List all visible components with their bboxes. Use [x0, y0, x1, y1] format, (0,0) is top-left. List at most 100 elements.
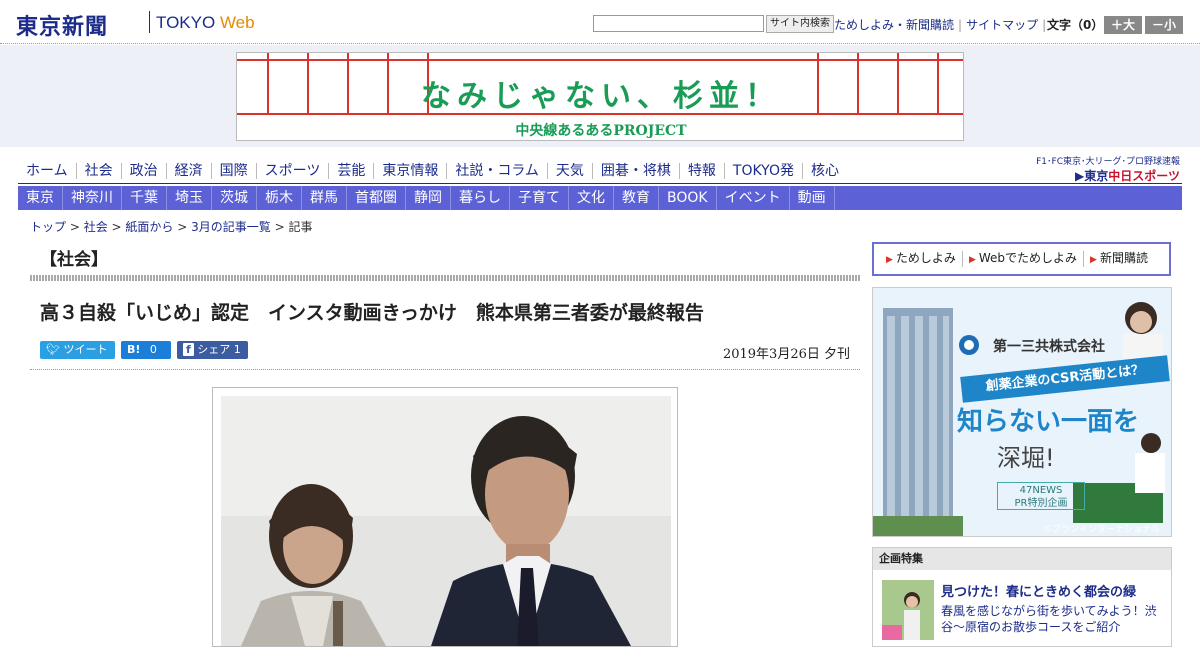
- region-item-culture[interactable]: 文化: [569, 186, 614, 210]
- feature-thumbnail-image: [882, 580, 934, 640]
- breadcrumb-top[interactable]: トップ: [30, 220, 66, 234]
- feature-description: 春風を感じながら街を歩いてみよう！渋谷～原宿のお散歩コースをご紹介: [941, 604, 1157, 634]
- link-separator: |: [958, 18, 963, 32]
- hatena-icon: B!: [127, 343, 141, 356]
- logo-divider: [149, 11, 150, 33]
- feature-thumbnail[interactable]: [882, 580, 934, 640]
- trial-subscribe-link[interactable]: ためしよみ・新聞購読: [834, 18, 954, 32]
- trial-read-button[interactable]: ▶ ためしよみ: [880, 251, 963, 267]
- facebook-share-button[interactable]: f シェア 1: [177, 341, 248, 359]
- nav-item-entertainment[interactable]: 芸能: [329, 163, 375, 179]
- nav-item-kakushin[interactable]: 核心: [803, 163, 847, 179]
- ad-banner[interactable]: なみじゃない、杉並！ 中央線あるあるPROJECT: [236, 52, 964, 141]
- nav-item-go-shogi[interactable]: 囲碁・将棋: [593, 163, 680, 179]
- hatena-bookmark-button[interactable]: B! 0: [121, 341, 171, 359]
- breadcrumb-march-list[interactable]: 3月の記事一覧: [191, 220, 271, 234]
- region-item-shutoken[interactable]: 首都圏: [347, 186, 406, 210]
- font-size-label: 文字（0）: [1047, 18, 1104, 32]
- subscribe-button[interactable]: ▶ 新聞購読: [1084, 251, 1154, 267]
- top-bar: 東京新聞 TOKYO Web サイト内検索 ためしよみ・新聞購読 | サイトマップ |…: [0, 0, 1200, 44]
- main-nav: ホーム 社会 政治 経済 国際 スポーツ 芸能 東京情報 社説・コラム 天気 囲…: [18, 159, 847, 183]
- nav-item-economy[interactable]: 経済: [167, 163, 212, 179]
- breadcrumb-separator: >: [107, 220, 126, 234]
- nav-item-tokyo-hatsu[interactable]: TOKYO発: [725, 163, 803, 179]
- ad-headline: 知らない一面を: [957, 407, 1140, 437]
- nav-underline: [18, 183, 1182, 184]
- sidebar-ad[interactable]: 第一三共株式会社 創薬企業のCSR活動とは？ 知らない一面を 深堀! 47NEW…: [872, 287, 1172, 537]
- region-item-gunma[interactable]: 群馬: [302, 186, 347, 210]
- article-headline: 高３自殺「いじめ」認定 インスタ動画きっかけ 熊本県第三者委が最終報告: [40, 302, 704, 324]
- region-item-saitama[interactable]: 埼玉: [167, 186, 212, 210]
- photo-illustration: [221, 396, 671, 646]
- breadcrumb-print[interactable]: 紙面から: [125, 220, 173, 234]
- region-item-shizuoka[interactable]: 静岡: [406, 186, 451, 210]
- region-nav: 東京 神奈川 千葉 埼玉 茨城 栃木 群馬 首都圏 静岡 暮らし 子育て 文化 …: [18, 186, 1182, 210]
- nav-item-home[interactable]: ホーム: [18, 163, 77, 179]
- facebook-share-label: シェア: [197, 343, 231, 356]
- subscribe-label: 新聞購読: [1099, 251, 1148, 265]
- breadcrumb-separator: >: [270, 220, 289, 234]
- region-item-living[interactable]: 暮らし: [451, 186, 510, 210]
- breadcrumb-separator: >: [66, 220, 84, 234]
- nav-item-weather[interactable]: 天気: [548, 163, 593, 179]
- top-links: ためしよみ・新聞購読 | サイトマップ |: [834, 16, 1050, 33]
- facebook-icon: f: [183, 343, 194, 356]
- chunichi-sports-link[interactable]: F1･FC東京･大リーグ･プロ野球速報 ▶東京中日スポーツ: [1024, 154, 1180, 184]
- region-item-education[interactable]: 教育: [614, 186, 659, 210]
- nav-item-sports[interactable]: スポーツ: [257, 163, 330, 179]
- section-title: 【社会】: [40, 250, 108, 270]
- subscription-buttons: ▶ ためしよみ ▶ Webでためしよみ ▶ 新聞購読: [872, 242, 1171, 276]
- font-increase-button[interactable]: ＋大: [1104, 16, 1142, 34]
- ad-pr-line-1: 47NEWS: [1019, 485, 1063, 496]
- tweet-button[interactable]: 🐦︎ ツイート: [40, 341, 115, 359]
- nav-item-tokyo-info[interactable]: 東京情報: [374, 163, 448, 179]
- search-input[interactable]: [593, 15, 764, 32]
- arrow-right-icon: ▶: [1090, 255, 1097, 265]
- nav-item-politics[interactable]: 政治: [122, 163, 167, 179]
- tweet-label: ツイート: [63, 343, 108, 356]
- breadcrumb-separator: >: [173, 220, 192, 234]
- facebook-count: 1: [233, 343, 241, 356]
- feature-heading: 企画特集: [873, 548, 1171, 570]
- region-item-book[interactable]: BOOK: [659, 186, 717, 210]
- feature-box: 企画特集 見つけた！春にときめく都会の緑 春風を感じながら街を歩いてみよう！渋谷…: [872, 547, 1172, 647]
- region-item-tokyo[interactable]: 東京: [18, 186, 63, 210]
- nav-item-world[interactable]: 国際: [212, 163, 257, 179]
- region-item-chiba[interactable]: 千葉: [122, 186, 167, 210]
- sports-brand-prefix: ▶東京: [1075, 169, 1109, 183]
- region-item-kanagawa[interactable]: 神奈川: [63, 186, 122, 210]
- nav-item-editorials[interactable]: 社説・コラム: [447, 163, 548, 179]
- region-item-video[interactable]: 動画: [790, 186, 835, 210]
- article-date: 2019年3月26日 夕刊: [722, 347, 850, 362]
- sitemap-link[interactable]: サイトマップ: [966, 18, 1038, 32]
- trial-read-label: ためしよみ: [895, 251, 956, 265]
- ad-credit: ©プランインターナショナル: [1043, 525, 1161, 535]
- site-subtitle-web: Web: [219, 13, 255, 32]
- sports-promo-text: F1･FC東京･大リーグ･プロ野球速報: [1036, 157, 1180, 167]
- arrow-right-icon: ▶: [886, 255, 893, 265]
- site-subtitle-main: TOKYO: [156, 13, 220, 32]
- web-trial-button[interactable]: ▶ Webでためしよみ: [963, 251, 1085, 267]
- search-button[interactable]: サイト内検索: [766, 15, 834, 33]
- section-divider: [30, 275, 860, 281]
- region-item-parenting[interactable]: 子育て: [510, 186, 569, 210]
- sports-brand: ▶東京中日スポーツ: [1024, 167, 1180, 184]
- nav-item-special-report[interactable]: 特報: [680, 163, 725, 179]
- breadcrumb-society[interactable]: 社会: [84, 220, 108, 234]
- region-item-tochigi[interactable]: 栃木: [257, 186, 302, 210]
- site-logo[interactable]: 東京新聞: [16, 9, 108, 41]
- link-separator: |: [1042, 18, 1047, 32]
- article-photo[interactable]: [221, 396, 671, 646]
- region-item-events[interactable]: イベント: [717, 186, 790, 210]
- hatena-count: 0: [149, 343, 157, 356]
- ad-company-name: 第一三共株式会社: [993, 339, 1105, 355]
- region-item-ibaraki[interactable]: 茨城: [212, 186, 257, 210]
- arrow-right-icon: ▶: [968, 255, 976, 265]
- web-trial-label: Webでためしよみ: [978, 251, 1078, 265]
- feature-title-link[interactable]: 見つけた！春にときめく都会の緑: [941, 581, 1136, 600]
- nav-item-society[interactable]: 社会: [77, 163, 122, 179]
- font-decrease-button[interactable]: －小: [1145, 16, 1183, 34]
- ad-pr-line-2: PR特別企画: [1014, 498, 1068, 509]
- sports-brand-name: 中日スポーツ: [1108, 169, 1180, 183]
- twitter-icon: 🐦︎: [46, 343, 64, 356]
